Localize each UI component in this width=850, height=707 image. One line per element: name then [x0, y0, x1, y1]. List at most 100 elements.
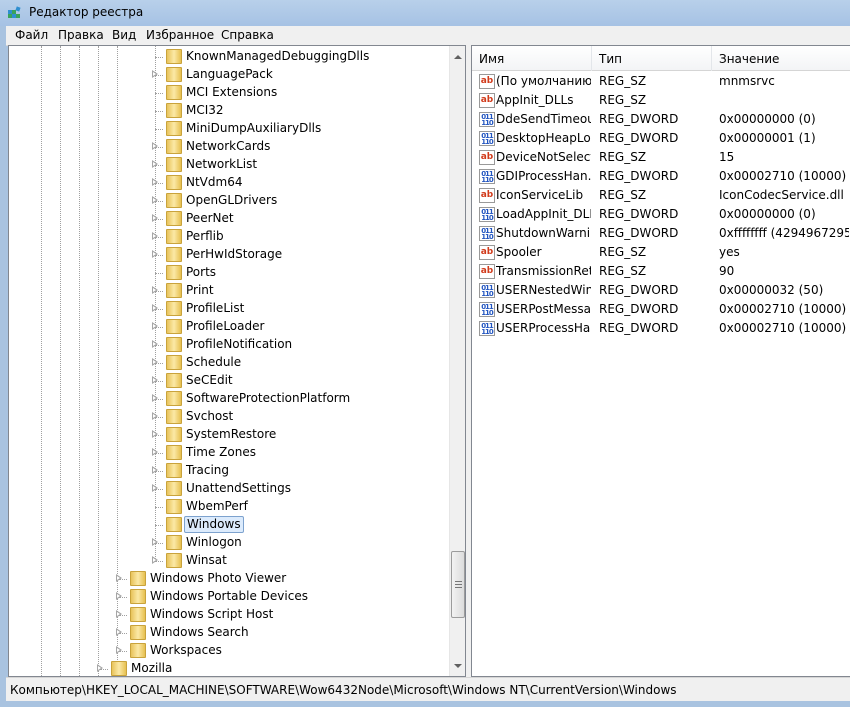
list-row[interactable]: ab Spooler REG_SZ yes [472, 243, 850, 262]
tree-item[interactable]: Windows Search [9, 624, 449, 642]
list-row[interactable]: 011 110 ShutdownWarni... REG_DWORD 0xffffff… [472, 224, 850, 243]
tree-item[interactable]: OpenGLDrivers [9, 192, 449, 210]
expand-arrow-icon[interactable] [152, 160, 158, 168]
tree-item-label[interactable]: Print [184, 283, 216, 298]
tree-item-label[interactable]: WbemPerf [184, 499, 250, 514]
expand-arrow-icon[interactable] [152, 322, 158, 330]
tree-item[interactable]: LanguagePack [9, 66, 449, 84]
expand-arrow-icon[interactable] [152, 250, 158, 258]
tree-item[interactable]: Time Zones [9, 444, 449, 462]
tree-item[interactable]: Print [9, 282, 449, 300]
tree-item-label[interactable]: Workspaces [148, 643, 224, 658]
scrollbar-thumb[interactable] [451, 551, 465, 618]
expand-arrow-icon[interactable] [152, 556, 158, 564]
tree-item[interactable]: NetworkCards [9, 138, 449, 156]
tree-item[interactable]: ProfileList [9, 300, 449, 318]
menu-favorites[interactable]: Избранное [146, 28, 214, 42]
tree-item-label[interactable]: Windows Photo Viewer [148, 571, 288, 586]
expand-arrow-icon[interactable] [97, 664, 103, 672]
expand-arrow-icon[interactable] [152, 178, 158, 186]
list-row[interactable]: ab IconServiceLib REG_SZ IconCodecService.d… [472, 186, 850, 205]
tree-item-label[interactable]: Winsat [184, 553, 229, 568]
tree-item-label[interactable]: Mozilla [129, 661, 174, 676]
tree-item[interactable]: MCI32 [9, 102, 449, 120]
tree-item[interactable]: SoftwareProtectionPlatform [9, 390, 449, 408]
list-row[interactable]: ab (По умолчанию) REG_SZ mnmsrvc [472, 72, 850, 91]
scroll-down-arrow-icon[interactable] [454, 664, 462, 668]
tree-item-label[interactable]: NtVdm64 [184, 175, 244, 190]
tree-item[interactable]: Svchost [9, 408, 449, 426]
tree-item-label[interactable]: NetworkList [184, 157, 259, 172]
tree-item-label[interactable]: UnattendSettings [184, 481, 293, 496]
expand-arrow-icon[interactable] [152, 358, 158, 366]
tree-item[interactable]: Winsat [9, 552, 449, 570]
list-row[interactable]: ab AppInit_DLLs REG_SZ [472, 91, 850, 110]
expand-arrow-icon[interactable] [152, 70, 158, 78]
tree-item[interactable]: MCI Extensions [9, 84, 449, 102]
tree-item-label[interactable]: Perflib [184, 229, 226, 244]
tree-item-label[interactable]: PerHwIdStorage [184, 247, 284, 262]
tree-item-label[interactable]: Tracing [184, 463, 231, 478]
expand-arrow-icon[interactable] [152, 412, 158, 420]
tree-item[interactable]: Windows [9, 516, 449, 534]
tree-item-label[interactable]: MiniDumpAuxiliaryDlls [184, 121, 323, 136]
expand-arrow-icon[interactable] [152, 142, 158, 150]
registry-values-list[interactable]: Имя Тип Значение ab (По умолчанию) REG_SZ m… [471, 45, 850, 677]
tree-item[interactable]: Winlogon [9, 534, 449, 552]
expand-arrow-icon[interactable] [152, 394, 158, 402]
tree-item-label[interactable]: SystemRestore [184, 427, 278, 442]
tree-item[interactable]: Schedule [9, 354, 449, 372]
menu-help[interactable]: Справка [221, 28, 274, 42]
expand-arrow-icon[interactable] [152, 196, 158, 204]
expand-arrow-icon[interactable] [152, 340, 158, 348]
registry-key-tree[interactable]: KnownManagedDebuggingDlls LanguagePack MCI… [8, 45, 466, 677]
tree-item-label[interactable]: Winlogon [184, 535, 244, 550]
list-row[interactable]: 011 110 DdeSendTimeout REG_DWORD 0x00000000… [472, 110, 850, 129]
tree-item[interactable]: Ports [9, 264, 449, 282]
tree-item[interactable]: Windows Photo Viewer [9, 570, 449, 588]
tree-item-label[interactable]: Svchost [184, 409, 235, 424]
tree-item[interactable]: Tracing [9, 462, 449, 480]
expand-arrow-icon[interactable] [152, 304, 158, 312]
tree-item[interactable]: KnownManagedDebuggingDlls [9, 48, 449, 66]
expand-arrow-icon[interactable] [152, 466, 158, 474]
list-row[interactable]: 011 110LoadAppInit_DLLs REG_DWORD 0x000000… [472, 205, 850, 224]
menu-edit[interactable]: Правка [58, 28, 104, 42]
expand-arrow-icon[interactable] [116, 574, 122, 582]
tree-item[interactable]: MiniDumpAuxiliaryDlls [9, 120, 449, 138]
tree-item-label[interactable]: SoftwareProtectionPlatform [184, 391, 352, 406]
list-row[interactable]: abDeviceNotSelect... REG_SZ 15 [472, 148, 850, 167]
expand-arrow-icon[interactable] [116, 628, 122, 636]
column-header-type[interactable]: Тип [592, 46, 712, 71]
tree-item-label-selected[interactable]: Windows [184, 516, 244, 533]
tree-item[interactable]: ProfileLoader [9, 318, 449, 336]
expand-arrow-icon[interactable] [116, 592, 122, 600]
tree-item-label[interactable]: ProfileLoader [184, 319, 266, 334]
tree-item[interactable]: NtVdm64 [9, 174, 449, 192]
tree-item-label[interactable]: NetworkCards [184, 139, 272, 154]
tree-item[interactable]: Workspaces [9, 642, 449, 660]
list-row[interactable]: 011 110DesktopHeapLo... REG_DWORD 0x000000… [472, 129, 850, 148]
tree-item[interactable]: Perflib [9, 228, 449, 246]
tree-item[interactable]: PerHwIdStorage [9, 246, 449, 264]
tree-item[interactable]: UnattendSettings [9, 480, 449, 498]
menu-file[interactable]: Файл [15, 28, 48, 42]
tree-item-label[interactable]: Ports [184, 265, 218, 280]
tree-item-label[interactable]: ProfileNotification [184, 337, 294, 352]
scroll-up-arrow-icon[interactable] [454, 55, 462, 59]
list-row[interactable]: 011 110 GDIProcessHan... REG_DWORD 0x000027… [472, 167, 850, 186]
tree-item[interactable]: Windows Portable Devices [9, 588, 449, 606]
tree-item[interactable]: Windows Script Host [9, 606, 449, 624]
tree-item[interactable]: WbemPerf [9, 498, 449, 516]
tree-item[interactable]: PeerNet [9, 210, 449, 228]
tree-item-label[interactable]: SeCEdit [184, 373, 235, 388]
list-row[interactable]: abTransmissionRet... REG_SZ 90 [472, 262, 850, 281]
tree-item-label[interactable]: Time Zones [184, 445, 258, 460]
expand-arrow-icon[interactable] [116, 610, 122, 618]
menu-view[interactable]: Вид [112, 28, 136, 42]
tree-item-label[interactable]: Windows Portable Devices [148, 589, 310, 604]
tree-item[interactable]: ProfileNotification [9, 336, 449, 354]
tree-item-label[interactable]: LanguagePack [184, 67, 275, 82]
list-row[interactable]: 011 110USERNestedWin... REG_DWORD 0x000000… [472, 281, 850, 300]
expand-arrow-icon[interactable] [152, 538, 158, 546]
